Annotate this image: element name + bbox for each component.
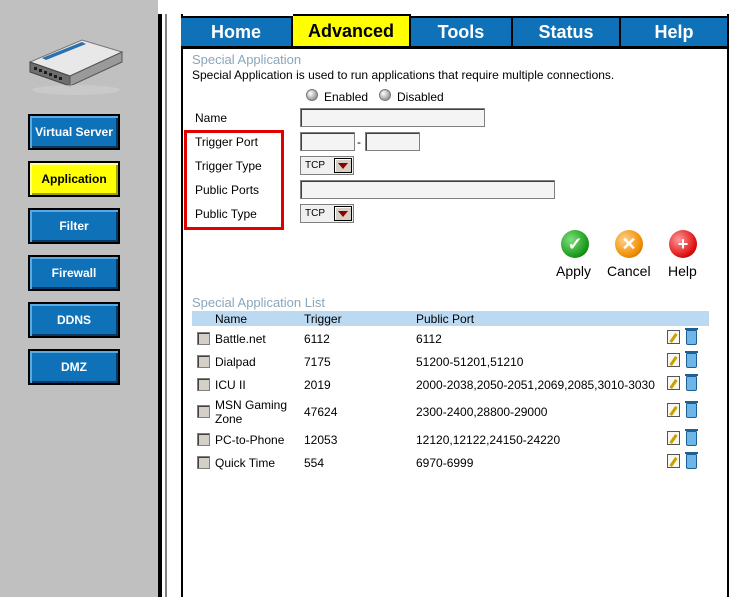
cancel-x-icon: ✕: [615, 230, 643, 258]
row-name: Quick Time: [215, 456, 276, 470]
sidebar-divider-shadow: [165, 14, 167, 597]
tab-label: Status: [538, 22, 594, 42]
sidebar-item-label: Virtual Server: [35, 125, 113, 139]
trash-icon[interactable]: [685, 351, 698, 368]
trash-icon[interactable]: [685, 401, 698, 418]
list-header-trigger: Trigger: [304, 312, 342, 326]
row-public-port: 2000-2038,2050-2051,2069,2085,3010-3030: [416, 378, 655, 392]
chevron-down-icon: [334, 206, 352, 221]
sidebar-item-label: DDNS: [56, 313, 91, 327]
tab-underline: [181, 46, 729, 49]
sidebar-item-application[interactable]: Application: [28, 161, 120, 197]
trigger-port-end-field[interactable]: [365, 132, 420, 151]
list-header-public-port: Public Port: [416, 312, 475, 326]
trash-icon[interactable]: [685, 374, 698, 391]
row-trigger: 7175: [304, 355, 331, 369]
tab-advanced[interactable]: Advanced: [293, 14, 411, 47]
row-checkbox[interactable]: [197, 405, 210, 418]
tab-home[interactable]: Home: [181, 16, 293, 47]
trigger-port-label: Trigger Port: [195, 135, 258, 149]
apply-label: Apply: [556, 263, 592, 279]
section-title: Special Application: [192, 52, 302, 67]
public-ports-field[interactable]: [300, 180, 555, 199]
row-checkbox[interactable]: [197, 355, 210, 368]
trigger-type-value: TCP: [305, 160, 325, 171]
sidebar-item-label: Application: [41, 172, 107, 186]
top-tabs: Home Advanced Tools Status Help: [181, 14, 729, 47]
tab-status[interactable]: Status: [513, 16, 621, 47]
row-public-port: 51200-51201,51210: [416, 355, 524, 369]
row-trigger: 554: [304, 456, 325, 470]
public-type-label: Public Type: [195, 207, 257, 221]
trash-icon[interactable]: [685, 328, 698, 345]
cancel-label: Cancel: [607, 263, 651, 279]
row-name: Battle.net: [215, 332, 266, 346]
plus-icon: +: [669, 230, 697, 258]
help-label: Help: [668, 263, 697, 279]
section-description: Special Application is used to run appli…: [192, 68, 615, 82]
edit-icon[interactable]: [667, 403, 680, 417]
sidebar-item-label: Filter: [59, 219, 89, 233]
edit-icon[interactable]: [667, 353, 680, 367]
public-type-select[interactable]: TCP: [300, 204, 354, 223]
row-public-port: 2300-2400,28800-29000: [416, 405, 548, 419]
edit-icon[interactable]: [667, 330, 680, 344]
row-public-port: 12120,12122,24150-24220: [416, 433, 561, 447]
trigger-type-select[interactable]: TCP: [300, 156, 354, 175]
sidebar-item-filter[interactable]: Filter: [28, 208, 120, 244]
sidebar-divider: [158, 14, 162, 597]
chevron-down-icon: [334, 158, 352, 173]
trash-icon[interactable]: [685, 452, 698, 469]
tab-label: Home: [210, 22, 261, 42]
row-name: ICU II: [215, 378, 246, 392]
public-type-value: TCP: [305, 208, 325, 219]
tab-help[interactable]: Help: [621, 16, 729, 47]
sidebar-item-label: Firewall: [51, 266, 97, 280]
sidebar-item-firewall[interactable]: Firewall: [28, 255, 120, 291]
public-ports-label: Public Ports: [195, 183, 260, 197]
name-field[interactable]: [300, 108, 485, 127]
row-public-port: 6970-6999: [416, 456, 474, 470]
tab-tools[interactable]: Tools: [411, 16, 513, 47]
row-checkbox[interactable]: [197, 456, 210, 469]
row-trigger: 12053: [304, 433, 338, 447]
sidebar-item-dmz[interactable]: DMZ: [28, 349, 120, 385]
edit-icon[interactable]: [667, 431, 680, 445]
sidebar-item-ddns[interactable]: DDNS: [28, 302, 120, 338]
disabled-label: Disabled: [397, 90, 444, 104]
disabled-radio[interactable]: [379, 89, 391, 101]
row-trigger: 6112: [304, 332, 330, 346]
sidebar-item-label: DMZ: [61, 360, 87, 374]
row-name: PC-to-Phone: [215, 433, 285, 447]
tab-label: Tools: [437, 22, 485, 42]
list-header-name: Name: [215, 312, 248, 326]
list-title: Special Application List: [192, 295, 325, 310]
trash-icon[interactable]: [685, 429, 698, 446]
row-checkbox[interactable]: [197, 433, 210, 446]
row-name: MSN Gaming Zone: [215, 398, 288, 426]
checkmark-icon: ✓: [561, 230, 589, 258]
row-public-port: 6112: [416, 332, 442, 346]
sidebar-item-virtual-server[interactable]: Virtual Server: [28, 114, 120, 150]
row-checkbox[interactable]: [197, 332, 210, 345]
tab-label: Help: [654, 22, 694, 42]
row-trigger: 47624: [304, 405, 338, 419]
tab-label: Advanced: [307, 21, 395, 41]
trigger-port-separator: -: [357, 135, 361, 149]
row-checkbox[interactable]: [197, 378, 210, 391]
trigger-port-start-field[interactable]: [300, 132, 355, 151]
edit-icon[interactable]: [667, 376, 680, 390]
row-name: Dialpad: [215, 355, 256, 369]
edit-icon[interactable]: [667, 454, 680, 468]
row-trigger: 2019: [304, 378, 331, 392]
enabled-radio[interactable]: [306, 89, 318, 101]
trigger-type-label: Trigger Type: [195, 159, 262, 173]
router-device-icon: [28, 39, 124, 95]
name-label: Name: [195, 111, 228, 125]
enabled-label: Enabled: [324, 90, 369, 104]
